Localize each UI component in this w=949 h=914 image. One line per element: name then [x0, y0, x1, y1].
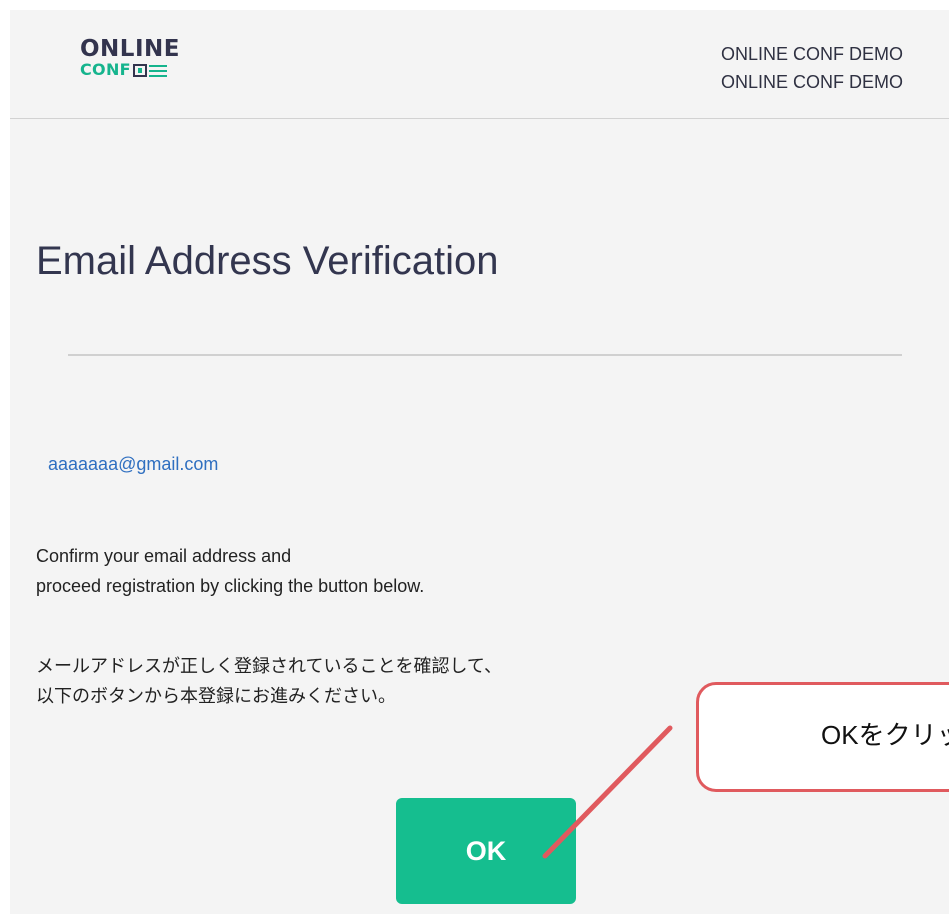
message-english-line-1: Confirm your email address and [36, 546, 292, 566]
event-name: ONLINE CONF DEMO ONLINE CONF DEMO [721, 40, 903, 96]
header: ONLINE CONF ONLINE CONF DEMO ONLINE CONF… [10, 10, 949, 119]
message-english-line-2: proceed registration by clicking the but… [36, 576, 425, 596]
event-name-line-1: ONLINE CONF DEMO [720, 44, 903, 64]
callout-text: OKをクリッ [821, 720, 949, 750]
lines-icon [148, 64, 167, 77]
badge-icon [132, 63, 147, 77]
message-japanese: メールアドレスが正しく登録されていることを確認して、 以下のボタンから本登録にお… [36, 651, 502, 711]
message-japanese-line-1: メールアドレスが正しく登録されていることを確認して、 [36, 656, 503, 676]
logo-text-conf: CONF [80, 60, 131, 79]
logo: ONLINE CONF [80, 38, 180, 78]
ok-button[interactable]: OK [396, 798, 576, 904]
email-address: aaaaaaa@gmail.com [48, 454, 219, 474]
message-english: Confirm your email address and proceed r… [36, 541, 424, 601]
email-verification-page: ONLINE CONF ONLINE CONF DEMO ONLINE CONF… [10, 10, 949, 914]
page-title: Email Address Verification [36, 239, 499, 283]
message-japanese-line-2: 以下のボタンから本登録にお進みください。 [36, 686, 396, 706]
event-name-line-2: ONLINE CONF DEMO [720, 72, 903, 92]
divider [68, 354, 902, 356]
logo-text-online: ONLINE [80, 36, 180, 62]
